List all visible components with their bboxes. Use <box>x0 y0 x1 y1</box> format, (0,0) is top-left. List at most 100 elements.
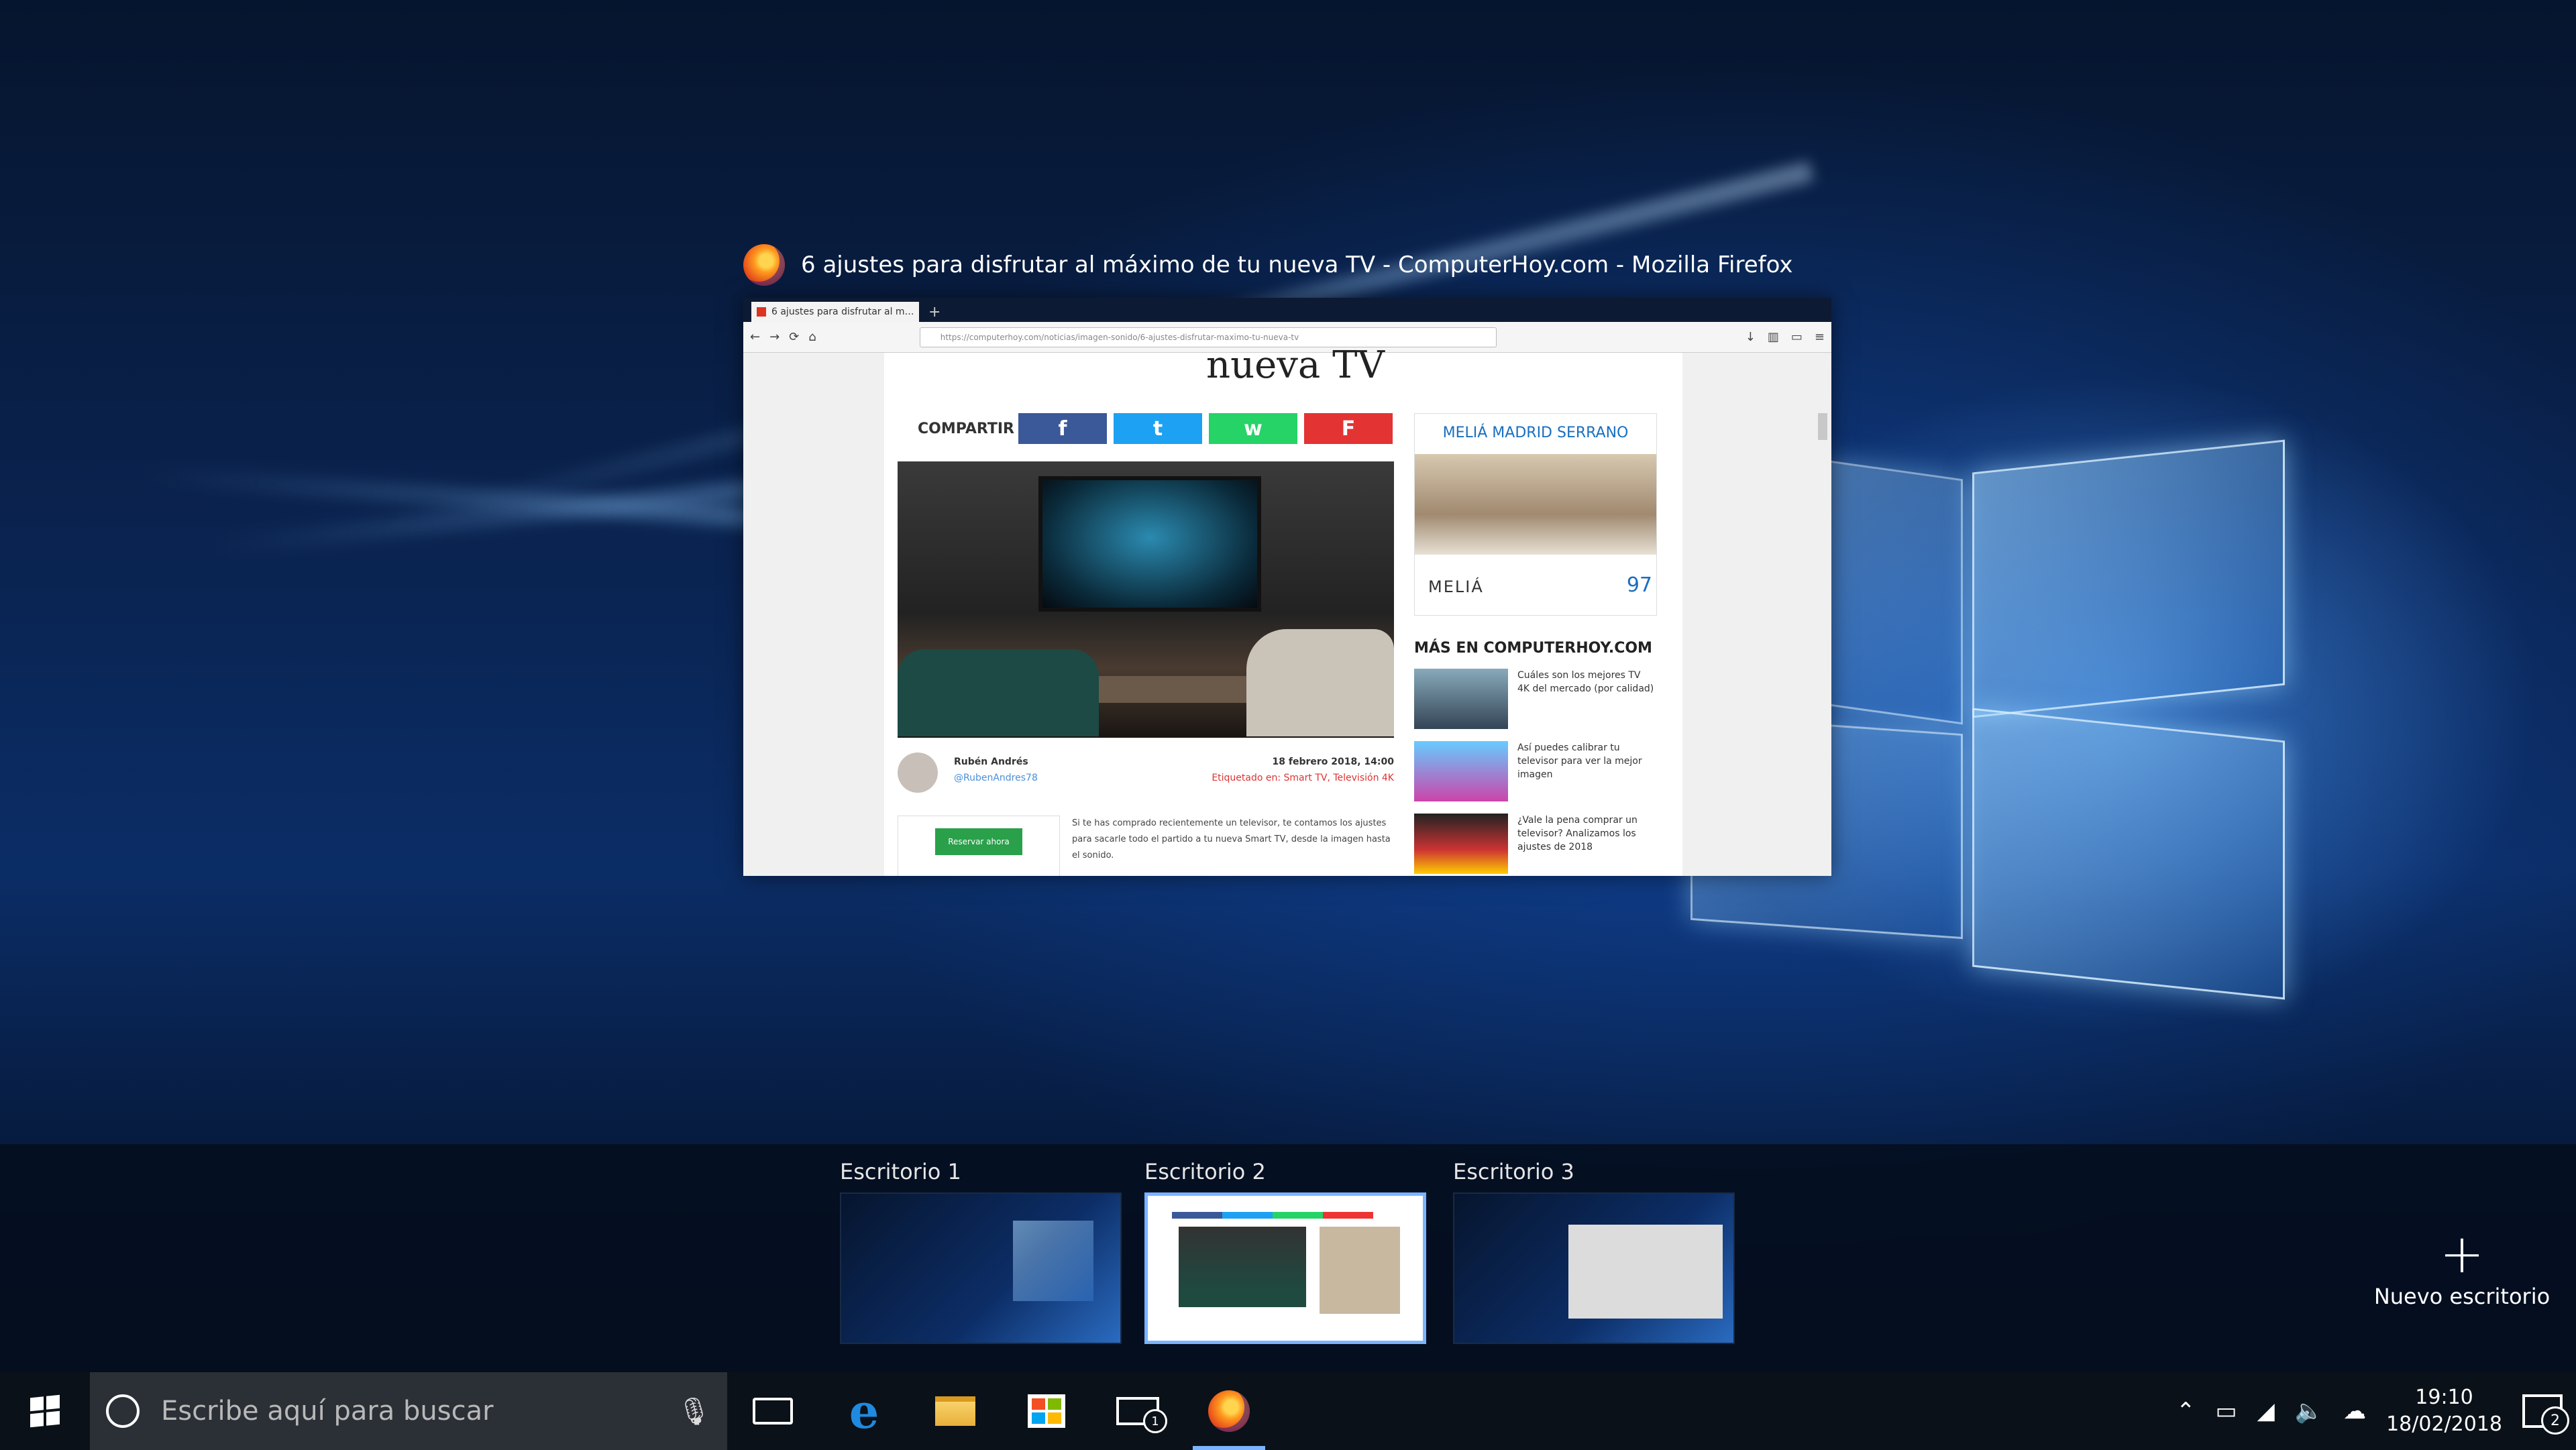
window-preview-firefox[interactable]: 6 ajustes para disfrutar al m… × + ← → ⟳… <box>743 298 1831 876</box>
volume-icon[interactable]: 🔈 <box>2295 1398 2323 1425</box>
window-thumbnail <box>1568 1225 1723 1319</box>
firefox-icon <box>1208 1390 1250 1432</box>
desktop-thumbnail-active[interactable] <box>1144 1192 1426 1344</box>
article-body: Si te has comprado recientemente un tele… <box>1072 818 1391 860</box>
article-heading: nueva TV <box>1206 343 1385 387</box>
edge-icon: e <box>849 1383 879 1439</box>
mail-badge: 1 <box>1143 1409 1167 1433</box>
related-title: Cuáles son los mejores TV 4K del mercado… <box>1517 670 1654 694</box>
related-title: ¿Vale la pena comprar un televisor? Anal… <box>1517 815 1638 852</box>
cortana-icon <box>106 1394 140 1428</box>
store-icon <box>1028 1394 1065 1428</box>
facebook-share-button[interactable]: f <box>1018 413 1107 444</box>
article-date: 18 febrero 2018, 14:00 <box>1272 757 1394 767</box>
url-text: https://computerhoy.com/noticias/imagen-… <box>940 332 1299 342</box>
browser-tab[interactable]: 6 ajustes para disfrutar al m… × <box>751 302 919 322</box>
desktop-thumbnail[interactable] <box>1453 1192 1735 1344</box>
related-heading: MÁS EN COMPUTERHOY.COM <box>1414 640 1652 657</box>
start-button[interactable] <box>0 1372 90 1450</box>
menu-icon[interactable]: ≡ <box>1815 330 1825 344</box>
home-icon[interactable]: ⌂ <box>808 330 816 344</box>
firefox-window-thumbnail <box>1159 1207 1413 1327</box>
firefox-button[interactable] <box>1183 1372 1275 1450</box>
hotel-ad[interactable]: MELIÁ MADRID SERRANO MELIÁ 97 <box>1414 413 1657 616</box>
hotel-ad-title: MELIÁ MADRID SERRANO <box>1442 425 1629 441</box>
related-item[interactable]: ¿Vale la pena comprar un televisor? Anal… <box>1414 814 1656 874</box>
new-desktop-button[interactable]: + Nuevo escritorio <box>2368 1223 2556 1310</box>
desktop-thumbnail[interactable] <box>840 1192 1122 1344</box>
desktop-label: Escritorio 3 <box>1453 1159 1574 1184</box>
browser-tab-bar: 6 ajustes para disfrutar al m… × + <box>743 298 1831 322</box>
wifi-icon[interactable]: ◢ <box>2257 1398 2275 1425</box>
tab-label: 6 ajustes para disfrutar al m… <box>771 306 914 317</box>
related-thumb <box>1414 814 1508 874</box>
related-item[interactable]: Así puedes calibrar tu televisor para ve… <box>1414 741 1656 801</box>
related-thumb <box>1414 669 1508 729</box>
hotel-ad-brand: MELIÁ <box>1428 577 1484 596</box>
download-icon[interactable]: ↓ <box>1746 330 1756 344</box>
virtual-desktop-3[interactable]: Escritorio 3 <box>1453 1159 1735 1344</box>
clock-date: 18/02/2018 <box>2386 1412 2502 1436</box>
edge-button[interactable]: e <box>818 1372 910 1450</box>
clock-time: 19:10 <box>2415 1386 2473 1409</box>
store-button[interactable] <box>1001 1372 1092 1450</box>
battery-icon[interactable]: ▭ <box>2215 1398 2237 1425</box>
library-icon[interactable]: ▥ <box>1768 330 1779 344</box>
clock[interactable]: 19:10 18/02/2018 <box>2386 1384 2502 1438</box>
taskbar: 🎙 e 1 ⌃ ▭ ◢ 🔈 ☁ 19:10 18/02/2018 2 <box>0 1372 2576 1450</box>
plus-icon: + <box>2439 1223 2485 1285</box>
article: nueva TV COMPARTIR f t w F Rubén Andrés … <box>884 343 1682 876</box>
author-twitter[interactable]: @RubenAndres78 <box>954 773 1038 783</box>
sidebar-icon[interactable]: ▭ <box>1791 330 1803 344</box>
author-box: Rubén Andrés @RubenAndres78 18 febrero 2… <box>898 752 1394 799</box>
microphone-icon[interactable]: 🎙 <box>677 1396 711 1427</box>
flipboard-share-button[interactable]: F <box>1304 413 1393 444</box>
back-icon[interactable]: ← <box>750 330 760 344</box>
virtual-desktop-2[interactable]: Escritorio 2 <box>1144 1159 1426 1344</box>
related-item[interactable]: Cuáles son los mejores TV 4K del mercado… <box>1414 669 1656 729</box>
reload-icon[interactable]: ⟳ <box>789 330 799 344</box>
mail-icon: 1 <box>1116 1397 1167 1433</box>
ad-banner-small[interactable]: Reservar ahora <box>898 816 1060 876</box>
share-label: COMPARTIR <box>918 420 1014 437</box>
author-name[interactable]: Rubén Andrés <box>954 757 1028 767</box>
file-explorer-icon <box>935 1396 975 1426</box>
page-scrollbar[interactable] <box>1818 413 1827 440</box>
new-desktop-label: Nuevo escritorio <box>2373 1284 2551 1309</box>
page-content: nueva TV COMPARTIR f t w F Rubén Andrés … <box>743 343 1831 876</box>
mail-button[interactable]: 1 <box>1092 1372 1183 1450</box>
whatsapp-share-button[interactable]: w <box>1209 413 1297 444</box>
article-hero-image <box>898 461 1394 738</box>
task-view-icon <box>753 1398 793 1425</box>
article-tags[interactable]: Etiquetado en: Smart TV, Televisión 4K <box>1212 773 1394 783</box>
virtual-desktop-1[interactable]: Escritorio 1 <box>840 1159 1122 1344</box>
windows-logo-wallpaper <box>1013 1221 1093 1301</box>
ad-cta-button[interactable]: Reservar ahora <box>935 828 1022 855</box>
related-thumb <box>1414 741 1508 801</box>
site-favicon-icon <box>757 307 766 317</box>
hotel-ad-price: 97 <box>1626 573 1652 597</box>
twitter-share-button[interactable]: t <box>1114 413 1202 444</box>
search-input[interactable] <box>160 1395 657 1427</box>
avatar <box>898 752 938 793</box>
article-sidebar: MELIÁ MADRID SERRANO MELIÁ 97 MÁS EN COM… <box>1414 413 1657 874</box>
notification-count: 2 <box>2541 1406 2569 1435</box>
forward-icon[interactable]: → <box>769 330 780 344</box>
share-bar: COMPARTIR f t w F <box>918 413 1393 444</box>
desktop-label: Escritorio 1 <box>840 1159 961 1184</box>
notification-center-button[interactable]: 2 <box>2522 1394 2569 1435</box>
onedrive-icon[interactable]: ☁ <box>2343 1398 2366 1425</box>
related-title: Así puedes calibrar tu televisor para ve… <box>1517 742 1642 780</box>
hotel-ad-image <box>1415 454 1656 555</box>
window-title-text: 6 ajustes para disfrutar al máximo de tu… <box>801 252 1793 278</box>
windows-icon <box>30 1394 60 1428</box>
new-tab-icon[interactable]: + <box>919 304 950 322</box>
tv-image <box>1038 476 1261 612</box>
task-view-button[interactable] <box>727 1372 818 1450</box>
system-tray: ⌃ ▭ ◢ 🔈 ☁ 19:10 18/02/2018 2 <box>2176 1384 2576 1438</box>
chevron-up-icon[interactable]: ⌃ <box>2176 1398 2196 1425</box>
desktop-label: Escritorio 2 <box>1144 1159 1266 1184</box>
file-explorer-button[interactable] <box>910 1372 1001 1450</box>
window-preview-title[interactable]: 6 ajustes para disfrutar al máximo de tu… <box>743 241 1792 288</box>
search-box[interactable]: 🎙 <box>90 1372 727 1450</box>
